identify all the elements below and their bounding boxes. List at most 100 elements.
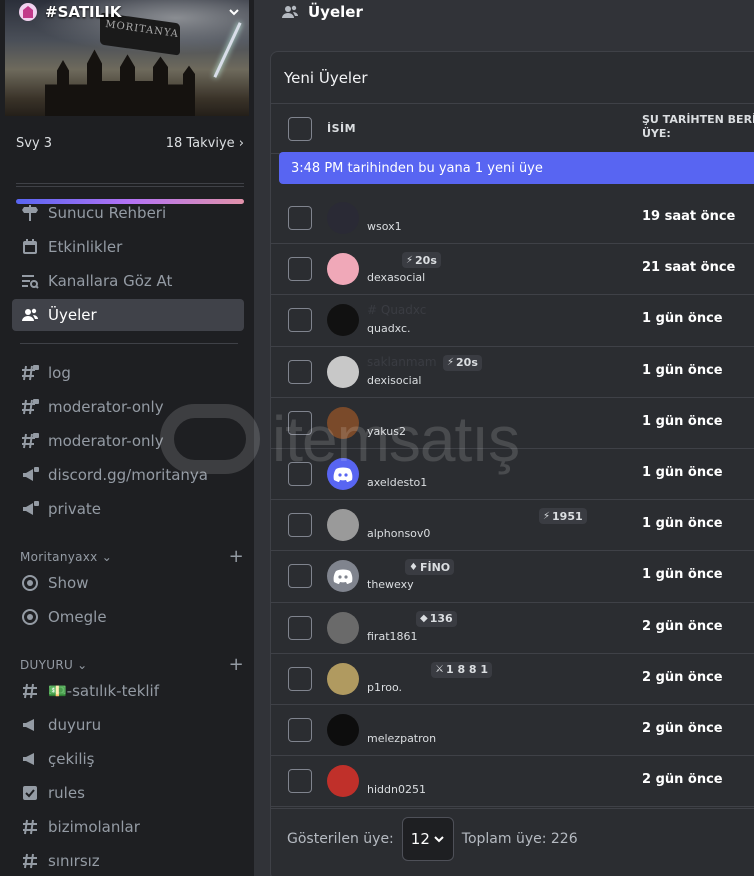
channel-duyuru[interactable]: duyuru bbox=[12, 709, 244, 741]
channel-rules[interactable]: rules bbox=[12, 777, 244, 809]
discord-logo-icon bbox=[333, 467, 353, 482]
nav-browse-channels[interactable]: Kanallara Göz At bbox=[12, 265, 244, 297]
member-since: 1 gün önce bbox=[642, 311, 723, 327]
username: quadxc. bbox=[367, 322, 411, 336]
member-since: 2 gün önce bbox=[642, 772, 723, 788]
channel-moderator-only-2[interactable]: moderator-only bbox=[12, 425, 244, 457]
table-row[interactable]: thewexy ♦ FİNO 1 gün önce bbox=[271, 551, 754, 603]
avatar[interactable] bbox=[327, 662, 359, 695]
table-header: İSİM ŞU TARİHTEN BERİ ÜYE: bbox=[271, 104, 754, 154]
username: alphonsov0 bbox=[367, 527, 431, 541]
row-checkbox[interactable] bbox=[288, 206, 312, 230]
avatar[interactable] bbox=[327, 406, 359, 439]
username: hiddn0251 bbox=[367, 783, 426, 797]
row-checkbox[interactable] bbox=[288, 513, 312, 538]
row-checkbox[interactable] bbox=[288, 666, 312, 691]
row-checkbox[interactable] bbox=[288, 717, 312, 742]
add-channel-icon[interactable]: + bbox=[229, 546, 244, 567]
table-row[interactable]: melezpatron 2 gün önce bbox=[271, 705, 754, 757]
avatar[interactable] bbox=[327, 611, 359, 644]
table-row[interactable]: dexasocial ⚡ 20s 21 saat önce bbox=[271, 244, 754, 296]
table-row[interactable]: wsox1 19 saat önce bbox=[271, 193, 754, 245]
nav-members[interactable]: Üyeler bbox=[12, 299, 244, 331]
panel-title: Yeni Üyeler bbox=[271, 52, 754, 104]
table-row[interactable]: # Quadxc quadxc. 1 gün önce bbox=[271, 295, 754, 347]
category-moritanyaxx[interactable]: Moritanyaxx ⌄ + bbox=[20, 546, 244, 567]
select-all-checkbox[interactable] bbox=[288, 116, 312, 141]
announcement-icon bbox=[20, 715, 40, 735]
member-since: 2 gün önce bbox=[642, 618, 723, 634]
channel-discord-invite[interactable]: discord.gg/moritanya bbox=[12, 459, 244, 491]
avatar[interactable] bbox=[327, 765, 359, 798]
boost-count: 18 Takviye › bbox=[165, 136, 244, 151]
server-tag-badge: ♦ FİNO bbox=[405, 559, 455, 576]
avatar[interactable] bbox=[327, 713, 359, 746]
channel-sidebar: MORITANYA #SATILIK Svy 3 18 Takviye › Su… bbox=[0, 0, 254, 876]
badge-icon: ♦ bbox=[409, 561, 418, 573]
hash-icon bbox=[20, 817, 40, 837]
nav-events[interactable]: Etkinlikler bbox=[12, 231, 244, 263]
avatar[interactable] bbox=[327, 355, 359, 388]
category-duyuru[interactable]: DUYURU ⌄ + bbox=[20, 654, 244, 675]
avatar[interactable] bbox=[327, 304, 359, 337]
server-icon bbox=[19, 3, 37, 21]
calendar-icon bbox=[20, 237, 40, 257]
members-table: wsox1 19 saat önce dexasocial ⚡ 20s 21 saat ö… bbox=[271, 193, 754, 808]
table-row[interactable]: p1roo. ⚔ 1 8 8 1 2 gün önce bbox=[271, 654, 754, 705]
server-tag-badge: ⚔ 1 8 8 1 bbox=[431, 661, 493, 678]
table-row[interactable]: hiddn0251 2 gün önce bbox=[271, 756, 754, 808]
page-header: Üyeler bbox=[254, 0, 754, 24]
avatar[interactable] bbox=[327, 457, 359, 490]
channel-omegle[interactable]: Omegle bbox=[12, 601, 244, 633]
channel-cekilis[interactable]: çekiliş bbox=[12, 743, 244, 775]
row-checkbox[interactable] bbox=[288, 769, 312, 794]
row-checkbox[interactable] bbox=[288, 461, 312, 486]
member-since: 1 gün önce bbox=[642, 567, 723, 583]
total-members: Toplam üye: 226 bbox=[461, 830, 578, 847]
avatar[interactable] bbox=[327, 253, 359, 286]
channel-satilik-teklif[interactable]: 💵-satılık-teklif bbox=[12, 675, 244, 707]
column-member-since: ŞU TARİHTEN BERİ ÜYE: bbox=[642, 113, 754, 140]
row-checkbox[interactable] bbox=[288, 410, 312, 435]
page-size-select[interactable]: 12 bbox=[401, 816, 454, 861]
username: axeldesto1 bbox=[367, 475, 428, 489]
chevron-down-icon bbox=[434, 835, 444, 842]
channel-sinirsiz[interactable]: sınırsız bbox=[12, 845, 244, 876]
table-row[interactable]: firat1861 ◆ 136 2 gün önce bbox=[271, 603, 754, 654]
row-checkbox[interactable] bbox=[288, 564, 312, 589]
row-checkbox[interactable] bbox=[288, 615, 312, 640]
avatar[interactable] bbox=[327, 202, 359, 234]
table-row[interactable]: alphonsov0 ⚡ 1951 1 gün önce bbox=[271, 500, 754, 552]
new-members-banner[interactable]: 3:48 PM tarihinden bu yana 1 yeni üye bbox=[279, 152, 754, 184]
table-row[interactable]: yakus2 1 gün önce bbox=[271, 398, 754, 449]
boost-progress[interactable]: Svy 3 18 Takviye › bbox=[16, 136, 244, 205]
avatar[interactable] bbox=[327, 560, 359, 593]
table-row[interactable]: axeldesto1 1 gün önce bbox=[271, 449, 754, 501]
badge-icon: ⚡ bbox=[447, 357, 455, 369]
channel-bizimolanlar[interactable]: bizimolanlar bbox=[12, 811, 244, 843]
channel-show[interactable]: Show bbox=[12, 567, 244, 599]
hash-lock-icon bbox=[20, 363, 40, 383]
channel-log[interactable]: log bbox=[12, 357, 244, 389]
member-since: 2 gün önce bbox=[642, 720, 723, 736]
channel-private[interactable]: private bbox=[12, 493, 244, 525]
hash-icon bbox=[20, 851, 40, 871]
nav-server-guide[interactable]: Sunucu Rehberi bbox=[12, 197, 244, 229]
member-since: 1 gün önce bbox=[642, 413, 723, 429]
new-members-panel: Yeni Üyeler İSİM ŞU TARİHTEN BERİ ÜYE: 3… bbox=[270, 51, 754, 876]
table-row[interactable]: saklanmam dexisocial ⚡ 20s 1 gün önce bbox=[271, 347, 754, 398]
channel-moderator-only-1[interactable]: moderator-only bbox=[12, 391, 244, 423]
avatar[interactable] bbox=[327, 509, 359, 542]
announcement-icon bbox=[20, 749, 40, 769]
add-channel-icon[interactable]: + bbox=[229, 654, 244, 675]
table-footer: Gösterilen üye: 12 Toplam üye: 226 bbox=[271, 808, 754, 868]
hash-lock-icon bbox=[20, 431, 40, 451]
badge-icon: ⚡ bbox=[543, 510, 551, 522]
row-checkbox[interactable] bbox=[288, 308, 312, 333]
row-checkbox[interactable] bbox=[288, 359, 312, 384]
chevron-down-icon[interactable] bbox=[227, 5, 241, 19]
member-since: 2 gün önce bbox=[642, 669, 723, 685]
server-header[interactable]: #SATILIK bbox=[5, 0, 249, 24]
boost-level: Svy 3 bbox=[16, 136, 53, 151]
row-checkbox[interactable] bbox=[288, 257, 312, 282]
